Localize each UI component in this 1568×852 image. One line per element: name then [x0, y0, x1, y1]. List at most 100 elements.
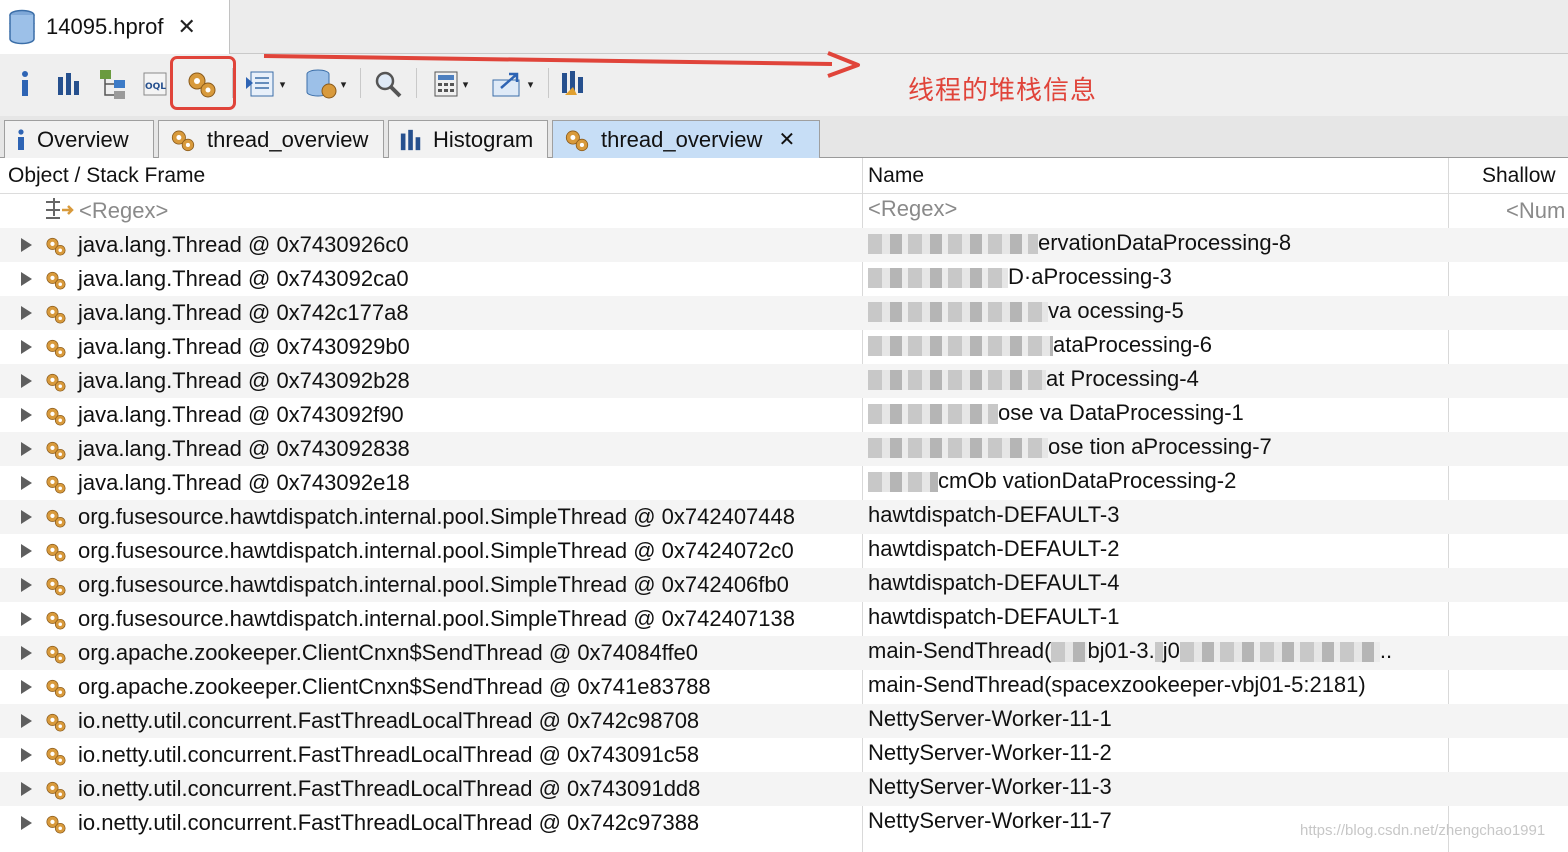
close-icon[interactable]: ✕ [177, 14, 195, 40]
name-text: .. [1379, 638, 1393, 663]
name-cell: hawtdispatch-DEFAULT-1 [868, 604, 1120, 629]
info-button[interactable] [12, 64, 38, 104]
expand-triangle-icon[interactable] [21, 442, 32, 456]
table-row[interactable]: org.fusesource.hawtdispatch.internal.poo… [0, 568, 1568, 602]
thread-gear-icon [44, 710, 68, 740]
table-row[interactable]: org.apache.zookeeper.ClientCnxn$SendThre… [0, 636, 1568, 670]
name-text: cmOb vationDataProcessing-2 [938, 468, 1237, 493]
redacted-text [868, 234, 1038, 255]
expand-triangle-icon[interactable] [21, 476, 32, 490]
expand-triangle-icon[interactable] [21, 816, 32, 830]
editor-tab-label: 14095.hprof [46, 14, 164, 39]
table-body: <Regex> <Regex> <Num java.lang.Thread @ … [0, 194, 1568, 840]
expand-triangle-icon[interactable] [21, 578, 32, 592]
table-row[interactable]: java.lang.Thread @ 0x743092e18 cmOb vatio… [0, 466, 1568, 500]
dominator-tree-button[interactable] [96, 64, 132, 104]
table-row[interactable]: io.netty.util.concurrent.FastThreadLocal… [0, 772, 1568, 806]
histogram-button[interactable] [52, 64, 86, 104]
redacted-text [868, 438, 1048, 459]
oql-button[interactable]: OQL [140, 64, 170, 104]
table-row[interactable]: java.lang.Thread @ 0x743092838 ose tion a… [0, 432, 1568, 466]
expand-triangle-icon[interactable] [21, 238, 32, 252]
info-icon [22, 71, 28, 96]
tab-overview[interactable]: Overview [4, 120, 154, 158]
table-row[interactable]: java.lang.Thread @ 0x743092b28 at Process… [0, 364, 1568, 398]
table-row[interactable]: org.fusesource.hawtdispatch.internal.poo… [0, 534, 1568, 568]
object-cell: org.apache.zookeeper.ClientCnxn$SendThre… [78, 674, 711, 699]
expand-triangle-icon[interactable] [21, 340, 32, 354]
tab-histogram[interactable]: Histogram [388, 120, 548, 158]
object-cell: java.lang.Thread @ 0x7430929b0 [78, 334, 410, 359]
expand-triangle-icon[interactable] [21, 510, 32, 524]
regex-name-field[interactable]: <Regex> [868, 195, 1448, 223]
object-cell: java.lang.Thread @ 0x743092838 [78, 436, 410, 461]
thread-gear-icon [44, 506, 68, 536]
regex-object-field[interactable]: <Regex> [79, 197, 168, 225]
object-cell: java.lang.Thread @ 0x743092ca0 [78, 266, 409, 291]
table-row[interactable]: io.netty.util.concurrent.FastThreadLocal… [0, 738, 1568, 772]
expand-triangle-icon[interactable] [21, 646, 32, 660]
expand-triangle-icon[interactable] [21, 306, 32, 320]
thread-gear-icon [44, 540, 68, 570]
highlight-box [170, 56, 236, 110]
thread-table: Object / Stack Frame Name Shallow <Regex… [0, 158, 1568, 852]
object-cell: java.lang.Thread @ 0x7430926c0 [78, 232, 409, 257]
regex-filter-row[interactable]: <Regex> <Regex> <Num [0, 194, 1568, 228]
expand-triangle-icon[interactable] [21, 408, 32, 422]
filter-icon [42, 196, 76, 232]
thread-gear-icon [44, 438, 68, 468]
thread-gear-icon [44, 234, 68, 264]
column-header-name[interactable]: Name [868, 158, 924, 194]
close-icon[interactable]: ✕ [778, 127, 795, 152]
table-row[interactable]: org.fusesource.hawtdispatch.internal.poo… [0, 500, 1568, 534]
name-text: ataProcessing-6 [1053, 332, 1212, 357]
redacted-text [868, 336, 1053, 357]
expand-triangle-icon[interactable] [21, 612, 32, 626]
table-row[interactable]: java.lang.Thread @ 0x743092ca0 D·aProcess… [0, 262, 1568, 296]
expand-triangle-icon[interactable] [21, 680, 32, 694]
thread-gear-icon [44, 336, 68, 366]
table-row[interactable]: org.apache.zookeeper.ClientCnxn$SendThre… [0, 670, 1568, 704]
redacted-text [868, 302, 1048, 323]
object-cell: io.netty.util.concurrent.FastThreadLocal… [78, 810, 700, 835]
object-cell: java.lang.Thread @ 0x743092e18 [78, 470, 410, 495]
thread-gear-icon [44, 778, 68, 808]
expand-triangle-icon[interactable] [21, 748, 32, 762]
table-row[interactable]: java.lang.Thread @ 0x7430929b0 ataProcess… [0, 330, 1568, 364]
table-row[interactable]: java.lang.Thread @ 0x743092f90 ose va Dat… [0, 398, 1568, 432]
expand-triangle-icon[interactable] [21, 714, 32, 728]
column-header-object[interactable]: Object / Stack Frame [8, 158, 205, 194]
thread-gear-icon [44, 404, 68, 434]
table-row[interactable]: io.netty.util.concurrent.FastThreadLocal… [0, 704, 1568, 738]
thread-gear-icon [44, 642, 68, 672]
name-text: j0 [1162, 638, 1180, 663]
expand-triangle-icon[interactable] [21, 272, 32, 286]
view-tab-bar: Overview thread_overview Histogram threa… [0, 116, 1568, 158]
object-cell: org.fusesource.hawtdispatch.internal.poo… [78, 606, 795, 631]
info-icon [15, 128, 27, 152]
regex-shallow-field[interactable]: <Num [1506, 197, 1565, 225]
table-row[interactable]: org.fusesource.hawtdispatch.internal.poo… [0, 602, 1568, 636]
redacted-text [1154, 642, 1163, 663]
thread-gear-icon [44, 676, 68, 706]
name-cell: D·aProcessing-3 [868, 263, 1448, 291]
tab-thread-overview-active[interactable]: thread_overview ✕ [552, 120, 820, 158]
oql-icon: OQL [143, 72, 167, 96]
name-cell: ose va DataProcessing-1 [868, 399, 1448, 427]
redacted-text [1051, 642, 1088, 663]
expand-triangle-icon[interactable] [21, 544, 32, 558]
object-cell: org.apache.zookeeper.ClientCnxn$SendThre… [78, 640, 699, 665]
tab-label: Overview [37, 126, 129, 152]
table-header: Object / Stack Frame Name Shallow [0, 158, 1568, 194]
expand-triangle-icon[interactable] [21, 374, 32, 388]
column-header-shallow[interactable]: Shallow [1482, 158, 1556, 194]
name-cell: ose tion aProcessing-7 [868, 433, 1448, 461]
gear-icon [563, 126, 591, 154]
editor-tab-hprof[interactable]: 14095.hprof ✕ [0, 0, 230, 54]
name-text: at Processing-4 [1046, 366, 1199, 391]
expand-triangle-icon[interactable] [21, 782, 32, 796]
table-row[interactable]: java.lang.Thread @ 0x7430926c0 ervationDa… [0, 228, 1568, 262]
tab-label: thread_overview [601, 126, 763, 152]
table-row[interactable]: java.lang.Thread @ 0x742c177a8 va ocessin… [0, 296, 1568, 330]
tab-thread-overview[interactable]: thread_overview [158, 120, 384, 158]
